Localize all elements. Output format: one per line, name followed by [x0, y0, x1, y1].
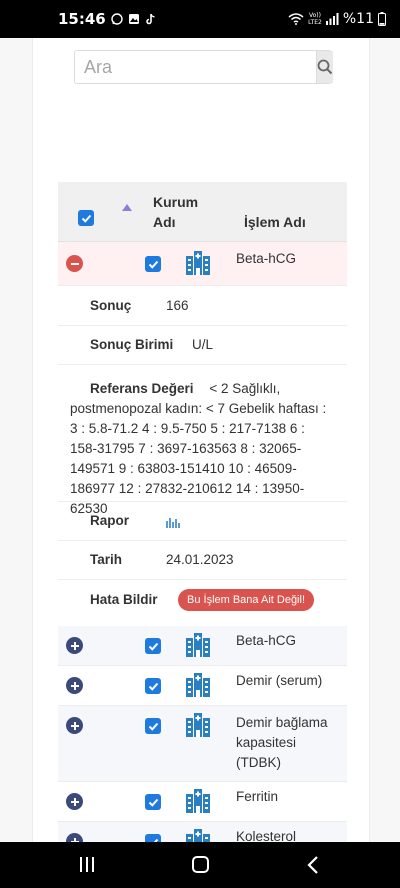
- row-checkbox[interactable]: [145, 256, 161, 272]
- select-all-checkbox[interactable]: [78, 210, 94, 226]
- page-content: Kurum Adı İşlem Adı Beta-hCG Sonuç 166: [0, 38, 400, 842]
- whatsapp-icon: [111, 13, 123, 25]
- expand-row-button[interactable]: [66, 677, 83, 694]
- row-islem-name: Demir (serum): [236, 673, 323, 688]
- hospital-building-icon: [186, 789, 210, 813]
- hospital-building-icon: [186, 633, 210, 657]
- table-row-expanded[interactable]: Beta-hCG: [58, 242, 347, 286]
- expand-row-button[interactable]: [66, 793, 83, 810]
- col-kurum-adi[interactable]: Kurum Adı: [153, 192, 198, 232]
- hospital-building-icon: [186, 713, 210, 737]
- row-islem-name: Beta-hCG: [236, 251, 297, 266]
- row-islem-name: Kolesterol: [236, 829, 297, 842]
- expand-row-button[interactable]: [66, 717, 83, 734]
- row-islem-name: Demir bağlama kapasitesi (TDBK): [236, 715, 328, 770]
- row-details: Sonuç 166 Sonuç Birimi U/L Referans Değe…: [58, 286, 347, 626]
- table-row[interactable]: Kolesterol: [58, 822, 347, 842]
- navigation-bar: [0, 842, 400, 888]
- tiktok-icon: [145, 13, 155, 25]
- row-islem-name: Ferritin: [236, 789, 279, 804]
- gallery-icon: [128, 14, 139, 24]
- wifi-icon: [288, 13, 304, 25]
- battery-percent: %11: [342, 11, 374, 27]
- row-checkbox[interactable]: [145, 718, 161, 734]
- detail-referans: Referans Değeri < 2 Sağlıklı, postmenopo…: [58, 365, 347, 516]
- row-checkbox[interactable]: [145, 678, 161, 694]
- hospital-building-icon: [186, 251, 210, 275]
- report-error-button[interactable]: Bu İşlem Bana Ait Değil!: [178, 589, 315, 611]
- expand-row-button[interactable]: [66, 833, 83, 842]
- row-checkbox[interactable]: [145, 834, 161, 842]
- search-box: [74, 50, 333, 84]
- results-table: Kurum Adı İşlem Adı Beta-hCG Sonuç 166 S…: [58, 182, 347, 842]
- row-islem-name: Beta-hCG: [236, 633, 297, 648]
- expand-row-button[interactable]: [66, 637, 83, 654]
- search-icon: [317, 59, 333, 75]
- detail-hata-bildir: Hata Bildir Bu İşlem Bana Ait Değil!: [58, 580, 347, 626]
- hospital-building-icon: [186, 829, 210, 842]
- detail-tarih: Tarih 24.01.2023: [58, 541, 347, 580]
- hospital-building-icon: [186, 673, 210, 697]
- volte-indicator: Vo)) LTE2: [308, 12, 322, 26]
- row-checkbox[interactable]: [145, 794, 161, 810]
- back-button[interactable]: [306, 855, 320, 875]
- recent-apps-button[interactable]: [80, 857, 98, 872]
- search-input[interactable]: [75, 51, 316, 83]
- detail-sonuc-birimi: Sonuç Birimi U/L: [58, 326, 347, 365]
- row-checkbox[interactable]: [145, 638, 161, 654]
- table-row[interactable]: Demir bağlama kapasitesi (TDBK): [58, 706, 347, 782]
- signal-icon: [325, 13, 339, 25]
- table-header: Kurum Adı İşlem Adı: [58, 182, 347, 242]
- collapse-row-button[interactable]: [66, 255, 83, 272]
- table-row[interactable]: Ferritin: [58, 782, 347, 822]
- report-chart-icon[interactable]: [166, 516, 180, 528]
- detail-sonuc: Sonuç 166: [58, 286, 347, 326]
- battery-icon: [378, 12, 386, 26]
- col-islem-adi[interactable]: İşlem Adı: [244, 212, 306, 232]
- status-time: 15:46: [58, 10, 106, 28]
- table-row[interactable]: Demir (serum): [58, 666, 347, 706]
- home-button[interactable]: [192, 856, 209, 873]
- table-row[interactable]: Beta-hCG: [58, 626, 347, 666]
- search-button[interactable]: [316, 51, 333, 83]
- detail-rapor: Rapor: [58, 502, 347, 541]
- status-bar: 15:46 Vo)) LTE2 %11: [0, 0, 400, 38]
- sort-asc-icon[interactable]: [122, 204, 132, 211]
